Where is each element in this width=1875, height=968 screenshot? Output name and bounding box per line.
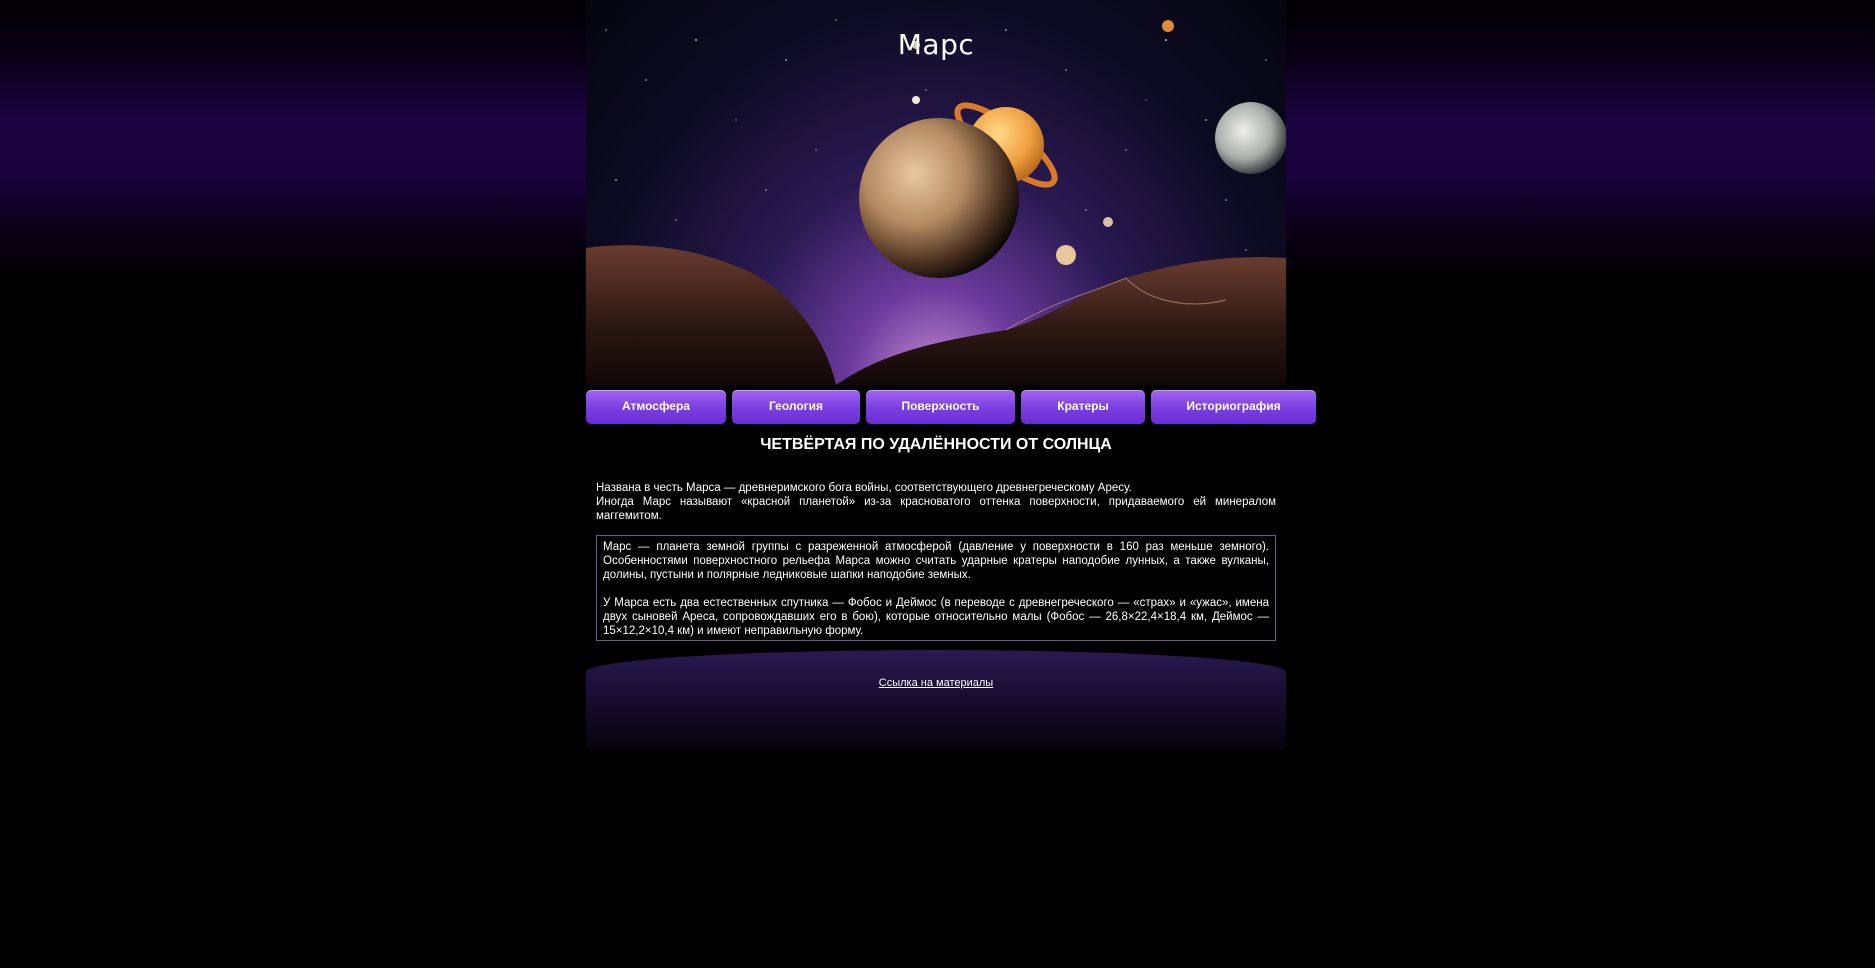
intro-text: Названа в честь Марса — древнеримского б…	[596, 481, 1276, 523]
nav-button-atmosphere[interactable]: Атмосфера	[586, 390, 726, 424]
info-box: Марс — планета земной группы с разреженн…	[596, 535, 1276, 641]
info-paragraph-2: У Марса есть два естественных спутника —…	[603, 597, 1269, 637]
intro-paragraph-1: Названа в честь Марса — древнеримского б…	[596, 482, 1132, 494]
header-banner: Марс	[586, 0, 1286, 385]
intro-paragraph-2: Иногда Марс называют «красной планетой» …	[596, 496, 1276, 522]
nav-button-surface[interactable]: Поверхность	[866, 390, 1015, 424]
page-title: Марс	[897, 28, 975, 61]
materials-link[interactable]: Ссылка на материалы	[586, 677, 1286, 689]
nav-button-craters[interactable]: Кратеры	[1021, 390, 1145, 424]
section-heading: ЧЕТВЁРТАЯ ПО УДАЛЁННОСТИ ОТ СОЛНЦА	[760, 436, 1112, 453]
footer: Ссылка на материалы	[586, 650, 1286, 750]
nav-button-geology[interactable]: Геология	[732, 390, 860, 424]
nav-button-historiography[interactable]: Историография	[1151, 390, 1316, 424]
info-paragraph-1: Марс — планета земной группы с разреженн…	[603, 541, 1269, 581]
